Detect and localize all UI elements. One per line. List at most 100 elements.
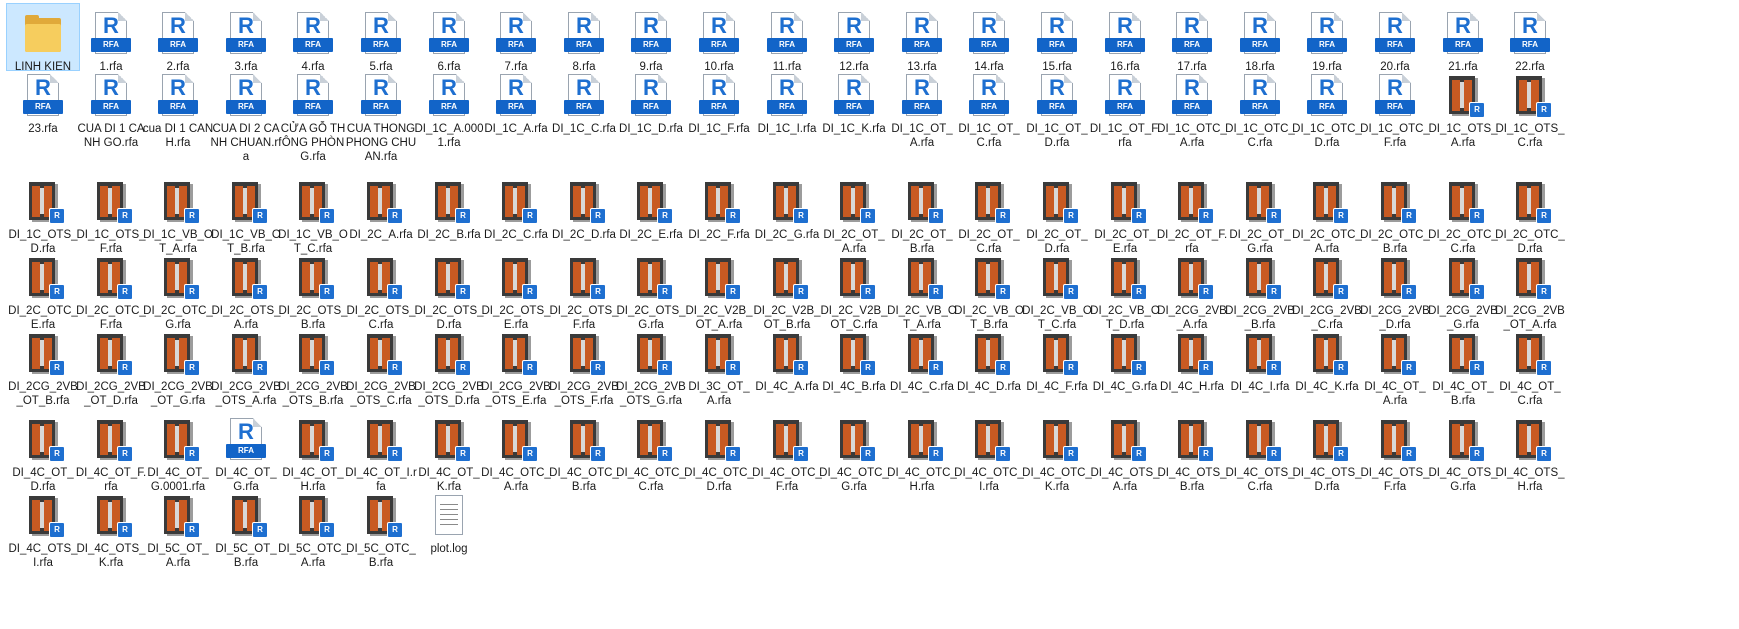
file-item[interactable]: R DI_4C_K.rfa [1291, 324, 1363, 394]
file-item[interactable]: R RFA 22.rfa [1494, 4, 1566, 74]
file-item[interactable]: R DI_2C_OT_F.rfa [1156, 172, 1228, 256]
file-item[interactable]: R DI_4C_OTS_B.rfa [1156, 410, 1228, 494]
file-item[interactable]: R DI_1C_VB_OT_A.rfa [142, 172, 214, 256]
file-item[interactable]: R RFA 9.rfa [615, 4, 687, 74]
file-item[interactable]: R RFA 16.rfa [1089, 4, 1161, 74]
file-item[interactable]: R DI_3C_OT_A.rfa [683, 324, 755, 408]
file-item[interactable]: R DI_5C_OTC_B.rfa [345, 486, 417, 570]
file-item[interactable]: R DI_2C_B.rfa [413, 172, 485, 242]
file-item[interactable]: R DI_2C_VB_OT_A.rfa [886, 248, 958, 332]
file-item[interactable]: R DI_4C_OTC_H.rfa [886, 410, 958, 494]
file-item[interactable]: R DI_4C_OT_I.rfa [345, 410, 417, 494]
file-item[interactable]: R RFA DI_1C_OT_A.rfa [886, 66, 958, 150]
file-item[interactable]: R DI_2C_OTC_E.rfa [7, 248, 79, 332]
file-item[interactable]: R DI_2CG_2VB_B.rfa [1224, 248, 1296, 332]
file-item[interactable]: R DI_2C_OTC_B.rfa [1359, 172, 1431, 256]
file-item[interactable]: R DI_4C_OT_A.rfa [1359, 324, 1431, 408]
file-item[interactable]: R RFA 7.rfa [480, 4, 552, 74]
file-item[interactable]: R DI_4C_OTS_K.rfa [75, 486, 147, 570]
file-item[interactable]: R DI_5C_OT_B.rfa [210, 486, 282, 570]
file-item[interactable]: R DI_2CG_2VB_D.rfa [1359, 248, 1431, 332]
file-item[interactable]: R RFA 19.rfa [1291, 4, 1363, 74]
file-item[interactable]: R DI_2CG_2VB_OTS_E.rfa [480, 324, 552, 408]
file-item[interactable]: R DI_2CG_2VB_OT_G.rfa [142, 324, 214, 408]
file-item[interactable]: R DI_4C_H.rfa [1156, 324, 1228, 394]
file-item[interactable]: R RFA CUA DI 2 CANH CHUAN.rfa [210, 66, 282, 164]
file-item[interactable]: R RFA 8.rfa [548, 4, 620, 74]
file-item[interactable]: R DI_2C_V2B_OT_C.rfa [818, 248, 890, 332]
file-item[interactable]: R RFA 4.rfa [277, 4, 349, 74]
file-item[interactable]: R DI_1C_VB_OT_C.rfa [277, 172, 349, 256]
file-item[interactable]: R DI_4C_OTC_C.rfa [615, 410, 687, 494]
file-item[interactable]: R DI_4C_OTS_I.rfa [7, 486, 79, 570]
file-item[interactable]: R DI_4C_C.rfa [886, 324, 958, 394]
file-item[interactable]: R RFA 18.rfa [1224, 4, 1296, 74]
file-item[interactable]: R DI_2C_OT_A.rfa [818, 172, 890, 256]
file-item[interactable]: R DI_4C_OT_D.rfa [7, 410, 79, 494]
file-item[interactable]: R RFA DI_1C_OT_C.rfa [953, 66, 1025, 150]
file-item[interactable]: R DI_2CG_2VB_OT_D.rfa [75, 324, 147, 408]
file-item[interactable]: R DI_2C_OTS_A.rfa [210, 248, 282, 332]
file-item[interactable]: R RFA DI_1C_D.rfa [615, 66, 687, 136]
file-item[interactable]: R DI_2C_OTC_G.rfa [142, 248, 214, 332]
file-item[interactable]: R DI_2C_D.rfa [548, 172, 620, 242]
file-item[interactable]: R DI_4C_OTS_D.rfa [1291, 410, 1363, 494]
file-item[interactable]: R DI_4C_OTC_B.rfa [548, 410, 620, 494]
file-item[interactable]: R DI_2C_OT_E.rfa [1089, 172, 1161, 256]
file-item[interactable]: R DI_2C_OTC_F.rfa [75, 248, 147, 332]
file-item[interactable]: R DI_2C_OT_C.rfa [953, 172, 1025, 256]
file-item[interactable]: R DI_2C_C.rfa [480, 172, 552, 242]
file-item[interactable]: R DI_2C_VB_OT_C.rfa [1021, 248, 1093, 332]
file-item[interactable]: R DI_4C_OTC_F.rfa [751, 410, 823, 494]
file-item[interactable]: LINH KIEN [6, 3, 80, 73]
file-item[interactable]: R DI_2CG_2VB_C.rfa [1291, 248, 1363, 332]
file-item[interactable]: R DI_2C_OTC_C.rfa [1427, 172, 1499, 256]
file-item[interactable]: R DI_4C_B.rfa [818, 324, 890, 394]
file-item[interactable]: R DI_2CG_2VB_OTS_C.rfa [345, 324, 417, 408]
file-item[interactable]: R DI_2C_OTS_F.rfa [548, 248, 620, 332]
file-item[interactable]: R DI_4C_OTC_K.rfa [1021, 410, 1093, 494]
file-item[interactable]: R RFA CUA DI 1 CANH GO.rfa [75, 66, 147, 150]
file-item[interactable]: R DI_2C_OTS_D.rfa [413, 248, 485, 332]
file-item[interactable]: R DI_2C_F.rfa [683, 172, 755, 242]
file-item[interactable]: R DI_2CG_2VB_OT_B.rfa [7, 324, 79, 408]
file-item[interactable]: R RFA DI_1C_A.0001.rfa [413, 66, 485, 150]
file-item[interactable]: R DI_1C_OTS_D.rfa [7, 172, 79, 256]
file-item[interactable]: R DI_1C_OTS_A.rfa [1427, 66, 1499, 150]
file-item[interactable]: R RFA 21.rfa [1427, 4, 1499, 74]
file-item[interactable]: R RFA DI_1C_F.rfa [683, 66, 755, 136]
file-item[interactable]: R DI_4C_OTC_A.rfa [480, 410, 552, 494]
file-item[interactable]: R DI_2C_V2B_OT_B.rfa [751, 248, 823, 332]
file-item[interactable]: plot.log [413, 486, 485, 556]
file-item[interactable]: R DI_2C_E.rfa [615, 172, 687, 242]
file-item[interactable]: R DI_4C_G.rfa [1089, 324, 1161, 394]
file-item[interactable]: R DI_2C_VB_OT_B.rfa [953, 248, 1025, 332]
file-item[interactable]: R DI_5C_OTC_A.rfa [277, 486, 349, 570]
file-item[interactable]: R RFA DI_1C_OTC_C.rfa [1224, 66, 1296, 150]
file-item[interactable]: R RFA 11.rfa [751, 4, 823, 74]
file-item[interactable]: R DI_4C_I.rfa [1224, 324, 1296, 394]
file-item[interactable]: R RFA 10.rfa [683, 4, 755, 74]
file-item[interactable]: R DI_2C_G.rfa [751, 172, 823, 242]
file-item[interactable]: R RFA DI_4C_OT_G.rfa [210, 410, 282, 494]
file-item[interactable]: R DI_2C_VB_OT_D.rfa [1089, 248, 1161, 332]
file-item[interactable]: R DI_4C_F.rfa [1021, 324, 1093, 394]
file-item[interactable]: R DI_2CG_2VB_G.rfa [1427, 248, 1499, 332]
file-item[interactable]: R DI_2C_OT_G.rfa [1224, 172, 1296, 256]
file-item[interactable]: R RFA DI_1C_OTC_D.rfa [1291, 66, 1363, 150]
file-item[interactable]: R DI_2C_OTC_A.rfa [1291, 172, 1363, 256]
file-item[interactable]: R DI_1C_VB_OT_B.rfa [210, 172, 282, 256]
file-item[interactable]: R RFA 15.rfa [1021, 4, 1093, 74]
file-item[interactable]: R RFA 14.rfa [953, 4, 1025, 74]
file-item[interactable]: R DI_2CG_2VB_OTS_G.rfa [615, 324, 687, 408]
file-item[interactable]: R DI_4C_OTS_G.rfa [1427, 410, 1499, 494]
file-item[interactable]: R RFA 20.rfa [1359, 4, 1431, 74]
file-item[interactable]: R DI_4C_OT_C.rfa [1494, 324, 1566, 408]
file-item[interactable]: R RFA 5.rfa [345, 4, 417, 74]
file-item[interactable]: R DI_4C_OT_H.rfa [277, 410, 349, 494]
file-item[interactable]: R RFA DI_1C_K.rfa [818, 66, 890, 136]
file-item[interactable]: R DI_2C_OTS_B.rfa [277, 248, 349, 332]
file-item[interactable]: R DI_1C_OTS_F.rfa [75, 172, 147, 256]
file-item[interactable]: R DI_4C_A.rfa [751, 324, 823, 394]
file-item[interactable]: R DI_4C_OTS_H.rfa [1494, 410, 1566, 494]
